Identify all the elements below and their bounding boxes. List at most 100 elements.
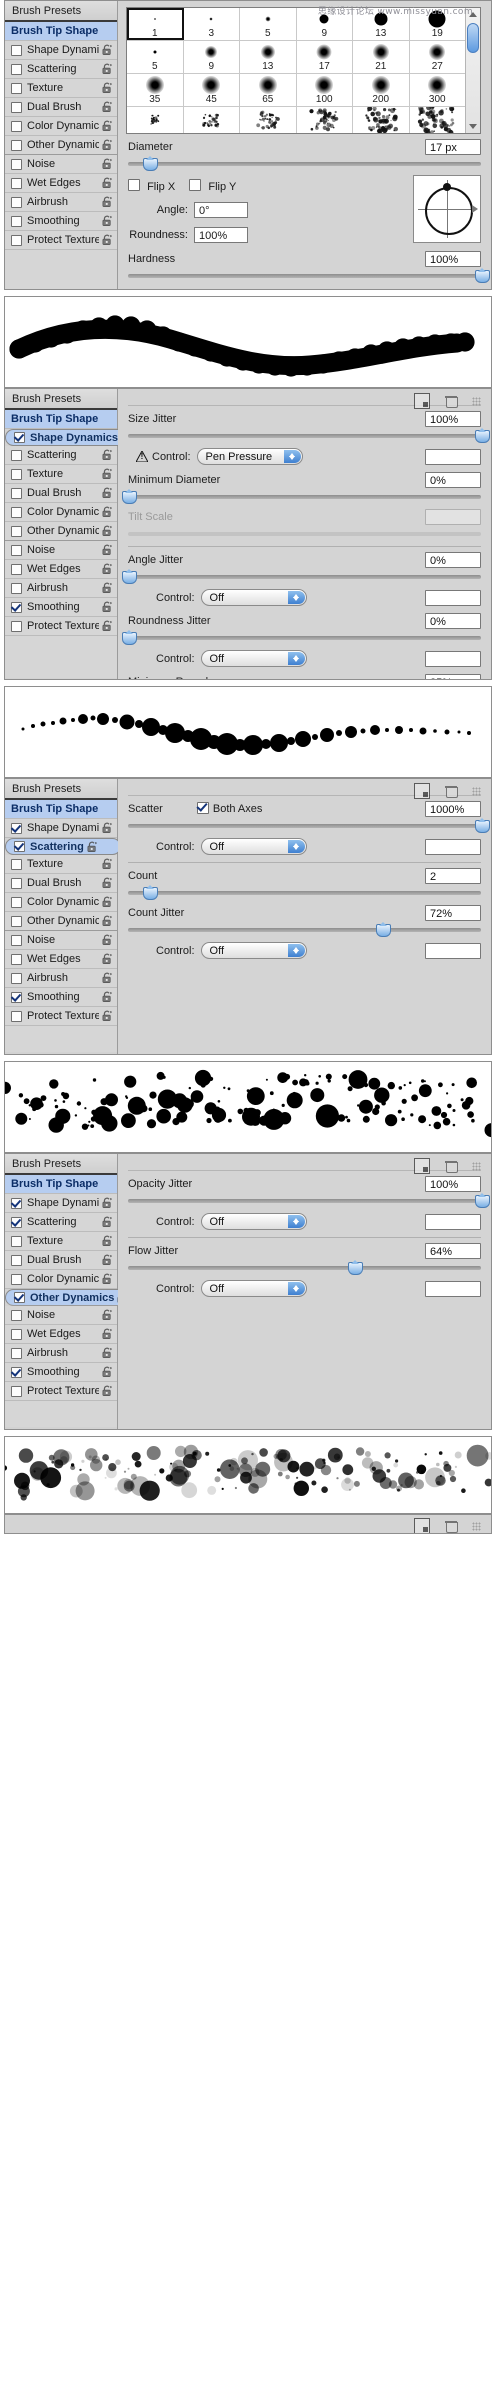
brush-option-texture[interactable]: Texture	[5, 855, 117, 874]
lock-icon[interactable]	[101, 972, 113, 984]
brush-tip-cell[interactable]: 45	[183, 74, 240, 106]
lock-icon[interactable]	[101, 1366, 113, 1378]
roundness-control-select[interactable]: Off	[200, 650, 307, 667]
lock-icon[interactable]	[101, 877, 113, 889]
lock-icon[interactable]	[101, 1010, 113, 1022]
flip-y-checkbox[interactable]	[189, 179, 205, 193]
size-control-extra-field[interactable]: .	[425, 448, 481, 465]
brush-option-checkbox[interactable]	[11, 1197, 22, 1209]
lock-icon[interactable]	[101, 506, 113, 518]
brush-tip-cell[interactable]: 5	[127, 41, 184, 73]
brush-option-checkbox[interactable]	[11, 215, 22, 227]
brush-option-brush-tip-shape[interactable]: Brush Tip Shape	[5, 800, 117, 819]
brush-option-checkbox[interactable]	[11, 601, 22, 613]
slider-knob[interactable]	[122, 489, 137, 504]
brush-option-dual-brush[interactable]: Dual Brush	[5, 98, 117, 117]
scatter-slider[interactable]	[128, 818, 490, 833]
count-control-extra-field[interactable]: .	[425, 942, 481, 959]
brush-option-noise[interactable]: Noise	[5, 931, 117, 950]
brush-option-checkbox[interactable]	[11, 991, 22, 1003]
lock-icon[interactable]	[101, 544, 113, 556]
slider-knob[interactable]	[143, 885, 159, 900]
brush-tip-grid-scrollbar[interactable]	[465, 8, 480, 133]
lock-icon[interactable]	[101, 1309, 113, 1321]
brush-option-airbrush[interactable]: Airbrush	[5, 969, 117, 988]
brush-tip-cell[interactable]: 65	[240, 74, 297, 106]
brush-option-texture[interactable]: Texture	[5, 465, 117, 484]
brush-option-smoothing[interactable]: Smoothing	[5, 1363, 117, 1382]
brush-tip-cell[interactable]: 13	[240, 41, 297, 73]
size-jitter-value[interactable]: 100%	[425, 411, 481, 427]
brush-option-wet-edges[interactable]: Wet Edges	[5, 174, 117, 193]
brush-option-other-dynamics[interactable]: Other Dynamics	[5, 912, 117, 931]
brush-option-shape-dynamics[interactable]: Shape Dynamics	[5, 41, 117, 60]
count-control-select[interactable]: Off	[200, 942, 307, 959]
brush-option-checkbox[interactable]	[14, 1292, 25, 1303]
lock-icon[interactable]	[101, 196, 113, 208]
new-brush-icon[interactable]	[414, 393, 430, 409]
chevron-updown-icon[interactable]	[287, 944, 305, 957]
brush-tip-cell[interactable]: 9	[296, 8, 353, 40]
slider-knob[interactable]	[475, 268, 490, 283]
chevron-updown-icon[interactable]	[287, 652, 305, 665]
brush-option-airbrush[interactable]: Airbrush	[5, 579, 117, 598]
lock-icon[interactable]	[101, 915, 113, 927]
brush-tip-cell[interactable]	[183, 107, 240, 133]
brush-option-color-dynamics[interactable]: Color Dynamics	[5, 1270, 117, 1289]
diameter-value[interactable]: 17 px	[425, 139, 481, 155]
brush-option-checkbox[interactable]	[11, 177, 22, 189]
brush-option-checkbox[interactable]	[11, 1235, 22, 1247]
brush-tip-cell[interactable]	[127, 107, 184, 133]
brush-option-checkbox[interactable]	[11, 1273, 22, 1285]
lock-icon[interactable]	[101, 63, 113, 75]
brush-option-protect-texture[interactable]: Protect Texture	[5, 617, 117, 636]
new-brush-icon[interactable]	[414, 1158, 430, 1174]
opacity-jitter-slider[interactable]	[128, 1193, 490, 1208]
brush-option-checkbox[interactable]	[11, 487, 22, 499]
lock-icon[interactable]	[101, 215, 113, 227]
brush-option-checkbox[interactable]	[11, 972, 22, 984]
brush-tip-cell[interactable]: 100	[296, 74, 353, 106]
brush-option-brush-tip-shape[interactable]: Brush Tip Shape	[5, 22, 117, 41]
opacity-control-select[interactable]: Off	[200, 1213, 307, 1230]
brush-tip-cell[interactable]: 9	[183, 41, 240, 73]
brush-option-checkbox[interactable]	[14, 841, 25, 852]
trash-icon[interactable]	[444, 784, 458, 798]
brush-presets-header[interactable]: Brush Presets	[5, 1, 117, 22]
brush-option-checkbox[interactable]	[11, 1309, 22, 1321]
brush-option-checkbox[interactable]	[11, 934, 22, 946]
lock-icon[interactable]	[101, 1197, 113, 1209]
lock-icon[interactable]	[101, 1254, 113, 1266]
brush-option-other-dynamics[interactable]: Other Dynamics	[5, 522, 117, 541]
brush-tip-cell[interactable]	[353, 107, 410, 133]
brush-tip-cell[interactable]: 1	[127, 8, 184, 40]
flow-jitter-slider[interactable]	[128, 1260, 481, 1275]
brush-option-other-dynamics[interactable]: Other Dynamics	[5, 136, 117, 155]
brush-option-shape-dynamics[interactable]: Shape Dynamics	[5, 1194, 117, 1213]
brush-option-protect-texture[interactable]: Protect Texture	[5, 1382, 117, 1401]
roundness-value[interactable]: 100%	[194, 227, 248, 243]
diameter-slider[interactable]	[128, 156, 481, 171]
brush-tip-cell[interactable]	[296, 107, 353, 133]
angle-jitter-slider[interactable]	[122, 569, 481, 584]
chevron-updown-icon[interactable]	[287, 1282, 305, 1295]
lock-icon[interactable]	[101, 1347, 113, 1359]
brush-option-checkbox[interactable]	[11, 158, 22, 170]
brush-presets-header[interactable]: Brush Presets	[5, 779, 117, 800]
brush-option-checkbox[interactable]	[11, 1254, 22, 1266]
lock-icon[interactable]	[101, 1328, 113, 1340]
chevron-updown-icon[interactable]	[287, 840, 305, 853]
lock-icon[interactable]	[101, 991, 113, 1003]
brush-option-brush-tip-shape[interactable]: Brush Tip Shape	[5, 1175, 117, 1194]
brush-option-checkbox[interactable]	[14, 432, 25, 443]
brush-option-checkbox[interactable]	[11, 563, 22, 575]
flow-control-extra-field[interactable]: .	[425, 1280, 481, 1297]
lock-icon[interactable]	[101, 1235, 113, 1247]
brush-option-scattering[interactable]: Scattering	[5, 446, 117, 465]
brush-tip-cell[interactable]: 27	[409, 41, 465, 73]
scatter-value[interactable]: 1000%	[425, 801, 481, 817]
chevron-updown-icon[interactable]	[287, 1215, 305, 1228]
brush-tip-cell[interactable]: 13	[353, 8, 410, 40]
brush-option-checkbox[interactable]	[11, 44, 22, 56]
brush-option-checkbox[interactable]	[11, 1216, 22, 1228]
